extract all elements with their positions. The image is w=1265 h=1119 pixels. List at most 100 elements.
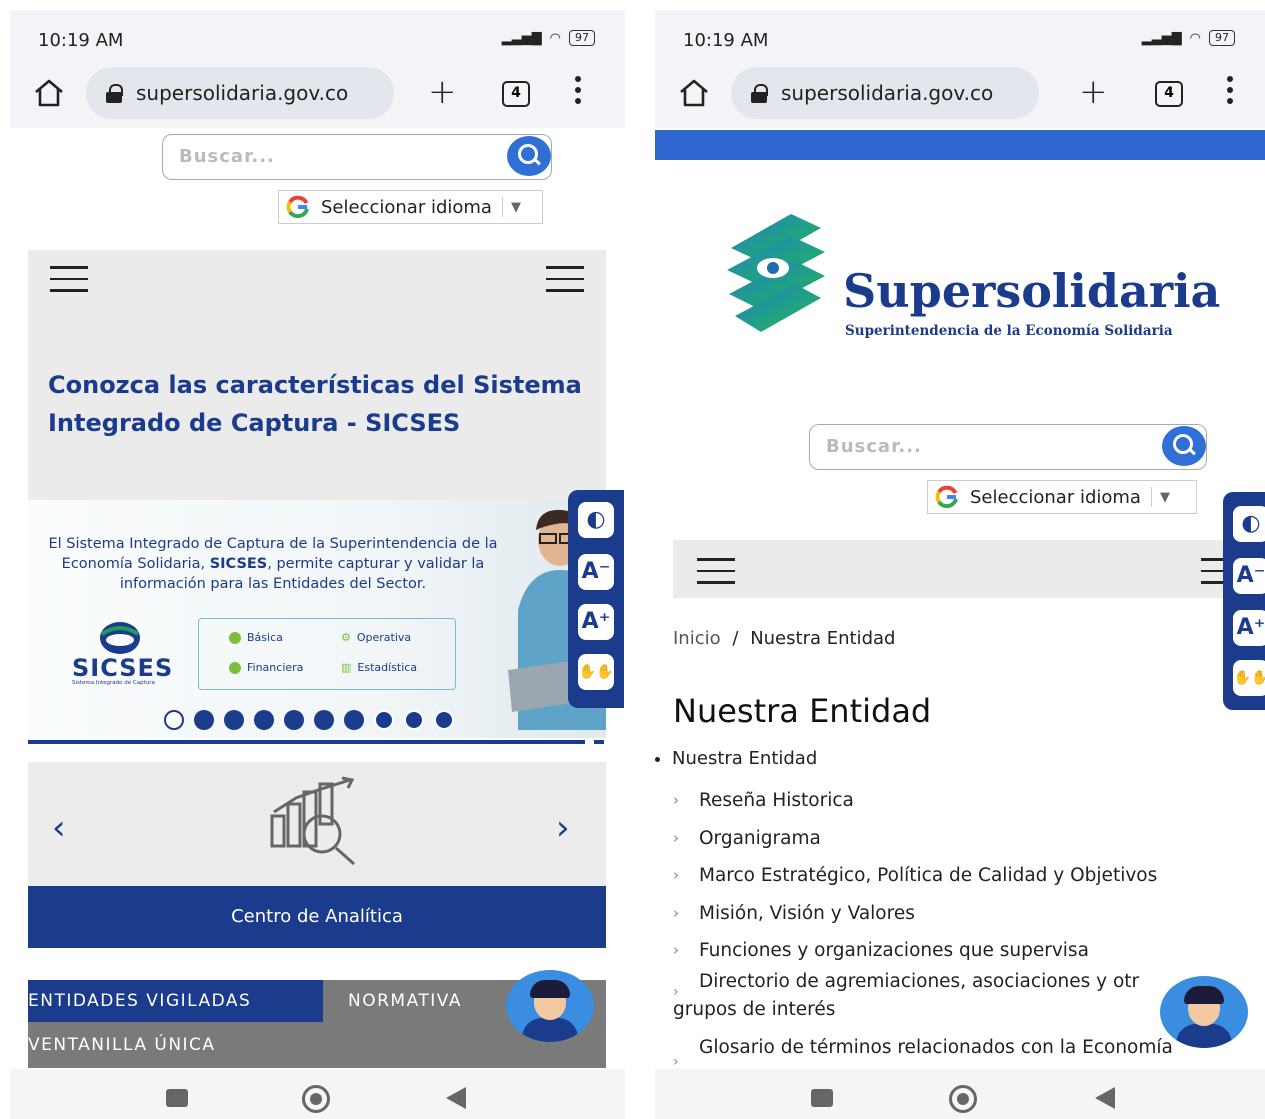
contrast-icon[interactable]: ◐ (1233, 506, 1265, 542)
sign-language-icon[interactable]: ✋✋ (1233, 660, 1265, 696)
tab-switcher[interactable]: 4 (1155, 81, 1183, 107)
chevron-right-icon: › (673, 941, 679, 959)
search-icon[interactable] (507, 136, 551, 176)
carousel-dot[interactable] (254, 710, 274, 730)
url-text: supersolidaria.gov.co (136, 81, 349, 105)
home-icon[interactable] (32, 76, 66, 110)
more-menu-icon[interactable] (575, 76, 583, 109)
accessibility-toolbar: ◐ A⁻ A⁺ ✋✋ (568, 490, 624, 708)
language-label: Seleccionar idioma (321, 196, 492, 218)
android-nav-bar (655, 1069, 1265, 1119)
wifi-icon: ◠ (549, 30, 561, 46)
banner-text: El Sistema Integrado de Captura de la Su… (48, 536, 498, 592)
brand-name: Supersolidaria (843, 264, 1221, 318)
wifi-icon: ◠ (1189, 30, 1201, 46)
carousel-dot[interactable] (374, 710, 394, 730)
menu-item-glosario[interactable]: › Glosario de términos relacionados con … (673, 1034, 1253, 1070)
brand-tagline: Superintendencia de la Economía Solidari… (845, 323, 1173, 339)
chevron-right-icon: › (673, 984, 679, 1000)
font-increase-icon[interactable]: A⁺ (1233, 610, 1265, 646)
menu-item[interactable]: › Marco Estratégico, Política de Calidad … (673, 857, 1253, 895)
chevron-right-icon: › (673, 791, 679, 809)
menu-item[interactable]: › Organigrama (673, 820, 1253, 858)
status-time: 10:19 AM (38, 30, 124, 51)
search-input[interactable]: Buscar... (162, 134, 552, 180)
dropdown-arrow-icon: ▼ (510, 199, 521, 215)
url-text: supersolidaria.gov.co (781, 81, 994, 105)
carousel-dots (164, 710, 454, 730)
more-menu-icon[interactable] (1227, 76, 1235, 109)
font-decrease-icon[interactable]: A⁻ (1233, 558, 1265, 594)
breadcrumb-current: Nuestra Entidad (750, 628, 896, 649)
language-label: Seleccionar idioma (970, 486, 1141, 508)
recents-icon[interactable] (166, 1089, 188, 1107)
tab-switcher[interactable]: 4 (502, 81, 530, 107)
home-nav-icon[interactable] (949, 1085, 977, 1113)
search-placeholder: Buscar... (826, 436, 922, 457)
hamburger-menu-icon[interactable] (50, 266, 88, 292)
tab-normativa[interactable]: NORMATIVA (348, 980, 462, 1022)
lock-icon (106, 84, 123, 103)
url-bar[interactable]: supersolidaria.gov.co (86, 67, 394, 119)
font-increase-icon[interactable]: A⁺ (578, 604, 614, 640)
menu-item[interactable]: › Reseña Historica (673, 782, 1253, 820)
recents-icon[interactable] (811, 1089, 833, 1107)
chevron-left-icon[interactable]: ‹ (52, 808, 66, 848)
carousel-dot[interactable] (224, 710, 244, 730)
home-icon[interactable] (677, 76, 711, 110)
search-placeholder: Buscar... (179, 146, 275, 167)
chatbot-avatar-button[interactable] (506, 970, 594, 1042)
language-select[interactable]: Seleccionar idioma ▼ (927, 480, 1197, 514)
chatbot-avatar-button[interactable] (1160, 976, 1248, 1048)
new-tab-icon[interactable]: + (428, 72, 457, 112)
hamburger-menu-icon-right[interactable] (546, 266, 584, 292)
status-bar: 10:19 AM ▂▃▅▇ ◠ 97 (10, 10, 625, 62)
sicses-logo-sub: Sistema Integrado de Captura (72, 680, 155, 686)
sicses-banner[interactable]: El Sistema Integrado de Captura de la Su… (28, 500, 606, 738)
breadcrumb-home[interactable]: Inicio (673, 628, 721, 649)
menu-item[interactable]: › Funciones y organizaciones que supervis… (673, 932, 1253, 970)
lock-icon (751, 84, 768, 103)
analytics-chart-icon (270, 776, 355, 866)
carousel-dot[interactable] (194, 710, 214, 730)
supersolidaria-logo-icon (727, 214, 825, 332)
back-icon[interactable] (1095, 1087, 1115, 1109)
font-decrease-icon[interactable]: A⁻ (578, 554, 614, 590)
battery-icon: 97 (1209, 30, 1235, 46)
carousel-dot[interactable] (434, 710, 454, 730)
sicses-modules: Básica ⚙ Operativa Financiera ▥ Estadístic… (198, 618, 456, 690)
hamburger-menu-icon[interactable] (697, 558, 735, 584)
menu-item[interactable]: › Misión, Visión y Valores (673, 895, 1253, 933)
search-icon[interactable] (1162, 426, 1206, 466)
carousel-dot[interactable] (284, 710, 304, 730)
menu-root-item[interactable]: Nuestra Entidad (655, 748, 817, 769)
url-bar[interactable]: supersolidaria.gov.co (731, 67, 1039, 119)
sign-language-icon[interactable]: ✋✋ (578, 654, 614, 690)
search-input[interactable]: Buscar... (809, 424, 1207, 470)
carousel-dot[interactable] (404, 710, 424, 730)
tab-ventanilla-unica[interactable]: VENTANILLA ÚNICA (28, 1024, 216, 1066)
breadcrumb: Inicio / Nuestra Entidad (673, 628, 896, 649)
contrast-icon[interactable]: ◐ (578, 502, 614, 538)
carousel-dot[interactable] (164, 710, 184, 730)
chevron-right-icon: › (673, 828, 679, 847)
phone-left: 10:19 AM ▂▃▅▇ ◠ 97 supersolidaria.gov.co… (10, 10, 625, 1119)
tab-entidades-vigiladas[interactable]: ENTIDADES VIGILADAS (28, 980, 323, 1022)
carousel-dot[interactable] (314, 710, 334, 730)
signal-icon: ▂▃▅▇ (1141, 30, 1182, 46)
chevron-right-icon[interactable]: › (556, 808, 570, 848)
hero-title[interactable]: Conozca las características del Sistema … (48, 366, 603, 442)
new-tab-icon[interactable]: + (1079, 72, 1108, 112)
menu-list: › Reseña Historica › Organigrama › Marco Estr… (673, 782, 1253, 970)
battery-icon: 97 (569, 30, 595, 46)
language-select[interactable]: Seleccionar idioma ▼ (278, 190, 543, 224)
chip-financiera: Financiera (229, 661, 303, 674)
google-icon (286, 195, 309, 219)
accessibility-toolbar: ◐ A⁻ A⁺ ✋✋ (1223, 492, 1265, 710)
back-icon[interactable] (446, 1087, 466, 1109)
analytics-label[interactable]: Centro de Analítica (28, 886, 606, 948)
carousel-dot[interactable] (344, 710, 364, 730)
home-nav-icon[interactable] (302, 1085, 330, 1113)
analytics-card[interactable]: ‹ › (28, 762, 606, 886)
android-nav-bar (10, 1069, 625, 1119)
